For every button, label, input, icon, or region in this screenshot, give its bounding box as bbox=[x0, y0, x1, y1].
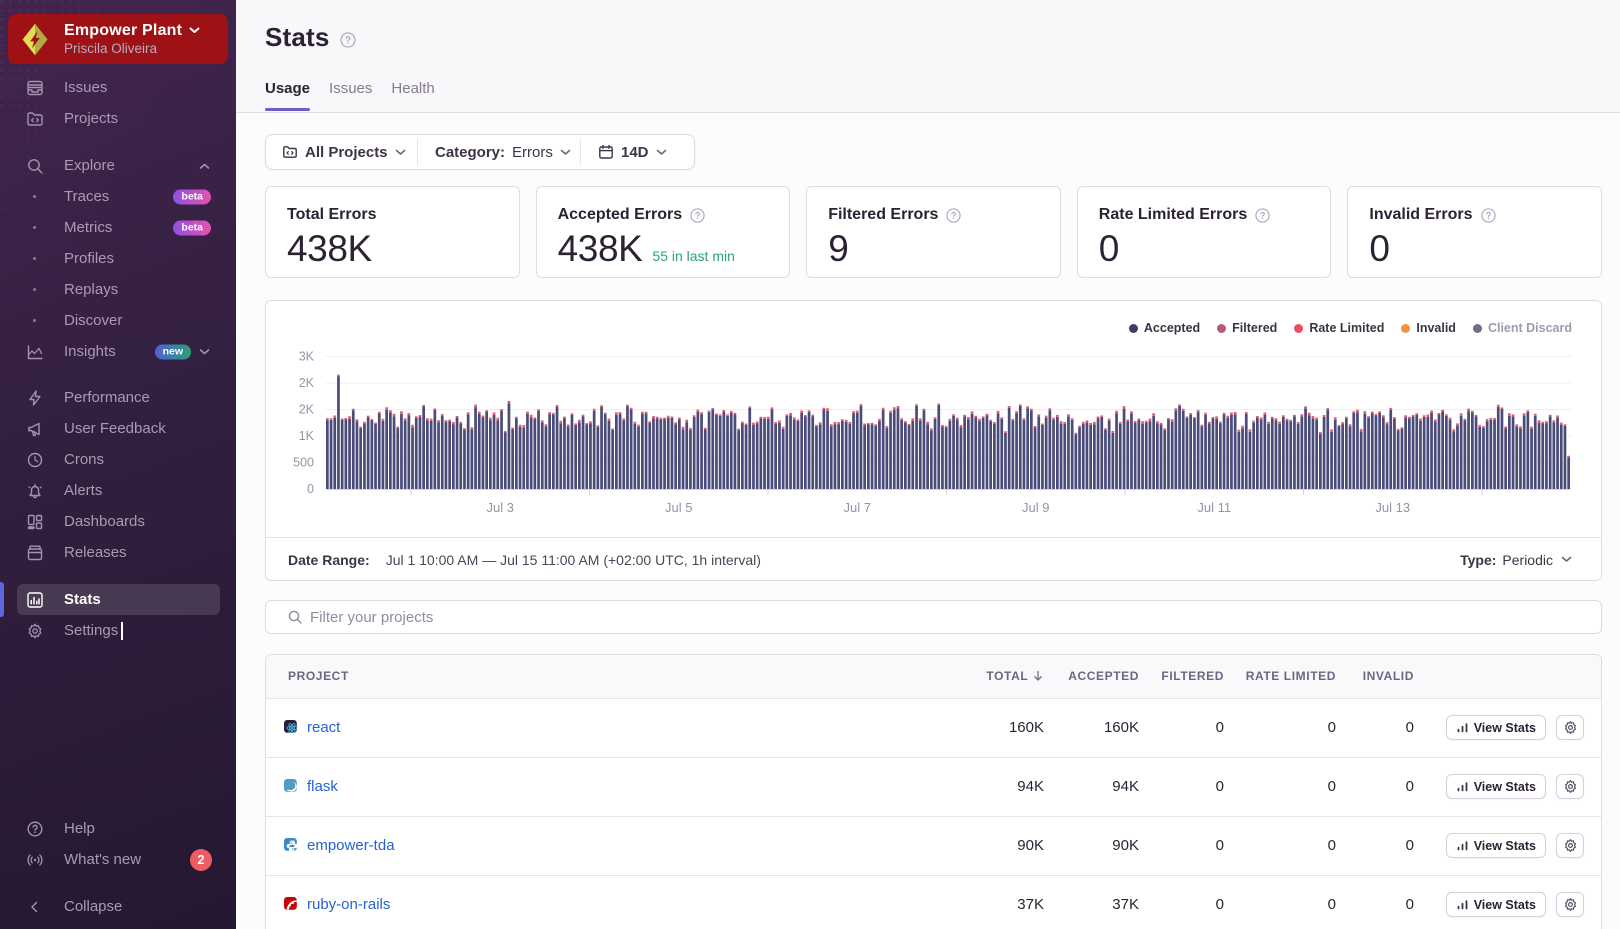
svg-text:Jul 9: Jul 9 bbox=[1022, 500, 1049, 515]
svg-text:Jul 13: Jul 13 bbox=[1375, 500, 1410, 515]
svg-text:1K: 1K bbox=[299, 429, 315, 443]
svg-text:500: 500 bbox=[293, 456, 314, 470]
svg-text:2K: 2K bbox=[299, 403, 315, 417]
svg-text:Jul 7: Jul 7 bbox=[844, 500, 871, 515]
svg-text:2K: 2K bbox=[299, 376, 315, 390]
svg-text:Jul 3: Jul 3 bbox=[487, 500, 514, 515]
svg-text:Jul 5: Jul 5 bbox=[665, 500, 692, 515]
svg-text:3K: 3K bbox=[299, 350, 315, 364]
svg-text:0: 0 bbox=[307, 482, 314, 496]
svg-text:Jul 11: Jul 11 bbox=[1197, 500, 1231, 515]
